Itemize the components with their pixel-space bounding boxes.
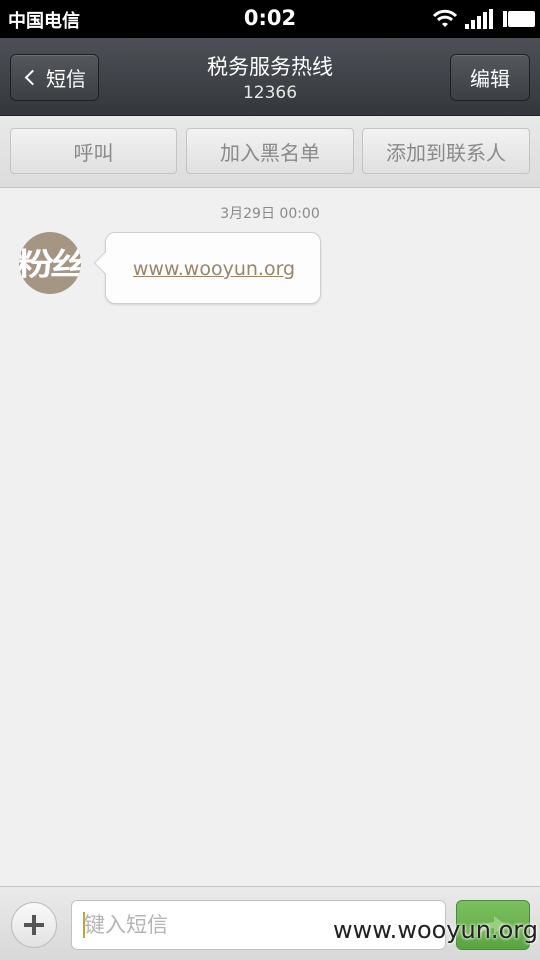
- send-button[interactable]: [456, 900, 530, 950]
- plus-icon: [24, 915, 44, 935]
- attach-button[interactable]: [11, 902, 57, 948]
- status-bar: 中国电信 0:02: [0, 0, 540, 38]
- contact-action-bar: 呼叫 加入黑名单 添加到联系人: [0, 116, 540, 188]
- add-to-contacts-button[interactable]: 添加到联系人: [362, 128, 530, 174]
- add-to-contacts-label: 添加到联系人: [386, 140, 506, 165]
- signal-strength-icon: [465, 9, 493, 29]
- edit-button-label: 编辑: [470, 67, 510, 91]
- battery-icon: [503, 11, 535, 27]
- status-clock: 0:02: [243, 6, 297, 30]
- text-cursor: [83, 912, 85, 938]
- call-button[interactable]: 呼叫: [10, 128, 177, 174]
- message-input[interactable]: [71, 900, 446, 950]
- avatar-text: 粉丝: [19, 241, 81, 285]
- add-to-blacklist-button[interactable]: 加入黑名单: [186, 128, 354, 174]
- compose-bar: [0, 886, 540, 960]
- wifi-icon: [432, 9, 458, 27]
- message-bubble[interactable]: www.wooyun.org: [93, 232, 322, 304]
- avatar[interactable]: 粉丝: [19, 232, 81, 294]
- message-timestamp: 3月29日 00:00: [220, 206, 320, 222]
- message-link[interactable]: www.wooyun.org: [106, 258, 322, 280]
- send-arrow-icon: [480, 916, 506, 934]
- call-button-label: 呼叫: [73, 140, 114, 165]
- edit-button[interactable]: 编辑: [450, 54, 530, 101]
- add-to-blacklist-label: 加入黑名单: [220, 140, 320, 165]
- navigation-bar: 短信 税务服务热线 12366 编辑: [0, 38, 540, 116]
- message-thread[interactable]: 3月29日 00:00 粉丝 www.wooyun.org: [0, 188, 540, 886]
